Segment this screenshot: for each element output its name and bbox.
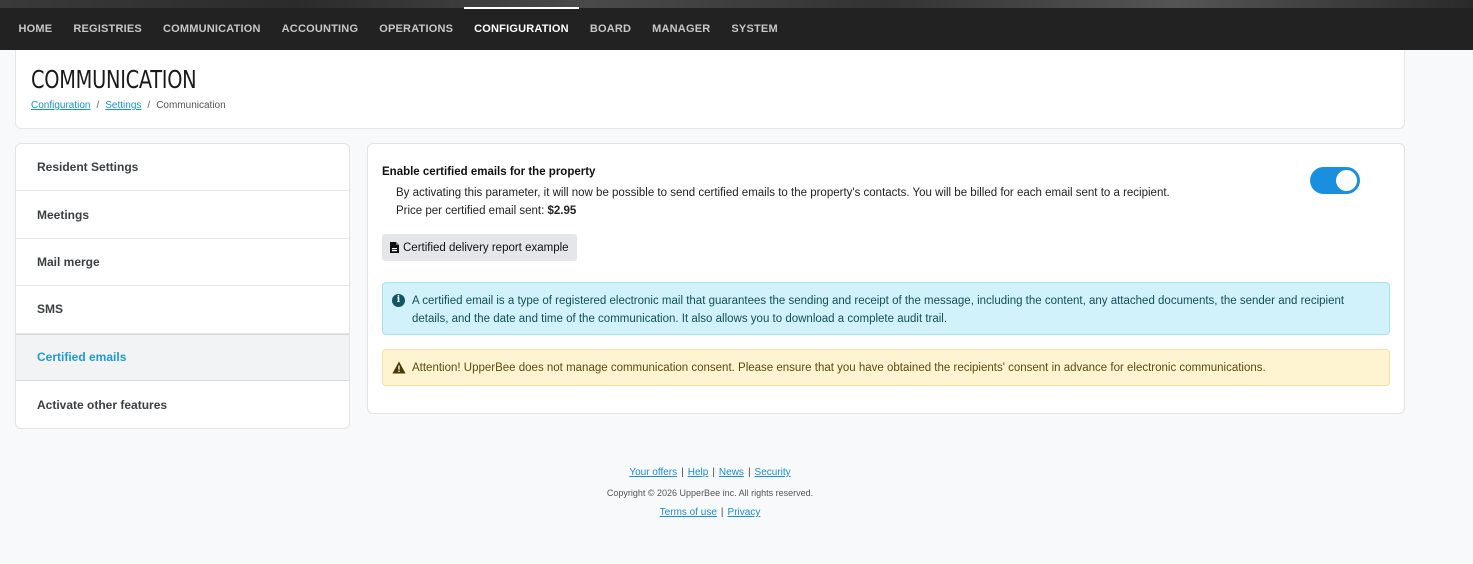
nav-item-configuration[interactable]: CONFIGURATION (463, 7, 580, 50)
sidebar-item-resident-settings[interactable]: Resident Settings (16, 144, 349, 192)
footer-links-bottom: Terms of use | Privacy (0, 506, 1420, 526)
page-header: COMMUNICATION Configuration / Settings /… (15, 50, 1405, 129)
breadcrumb-current: Communication (156, 100, 226, 111)
page-footer: Your offers | Help | News | Security Copyright… (0, 466, 1420, 526)
footer-links-top: Your offers | Help | News | Security (0, 466, 1420, 486)
settings-sidebar: Resident Settings Meetings Mail merge SM… (15, 143, 350, 429)
breadcrumb-separator: / (147, 100, 151, 111)
nav-item-board[interactable]: BOARD (579, 8, 641, 50)
certified-emails-panel: Enable certified emails for the property… (367, 143, 1405, 414)
page-title: COMMUNICATION (31, 65, 197, 94)
footer-separator: | (681, 467, 684, 478)
nav-item-manager[interactable]: MANAGER (642, 8, 721, 50)
report-button-label: Certified delivery report example (403, 241, 569, 254)
info-alert: i A certified email is a type of registe… (382, 282, 1390, 335)
certified-report-example-button[interactable]: Certified delivery report example (382, 234, 577, 261)
nav-item-communication[interactable]: COMMUNICATION (152, 8, 271, 50)
setting-description-text: By activating this parameter, it will no… (396, 187, 1170, 217)
top-navigation: HOME REGISTRIES COMMUNICATION ACCOUNTING… (0, 0, 1473, 50)
sidebar-item-sms[interactable]: SMS (16, 286, 349, 334)
enable-certified-emails-toggle[interactable] (1310, 167, 1360, 194)
sidebar-item-meetings[interactable]: Meetings (16, 191, 349, 239)
warning-alert-text: Attention! UpperBee does not manage comm… (412, 362, 1266, 374)
top-banner-strip (0, 0, 1473, 8)
breadcrumb-settings-link[interactable]: Settings (105, 100, 141, 111)
nav-item-registries[interactable]: REGISTRIES (63, 8, 153, 50)
footer-link-security[interactable]: Security (755, 467, 791, 478)
footer-link-privacy[interactable]: Privacy (728, 507, 761, 518)
footer-separator: | (747, 467, 751, 478)
footer-separator: | (720, 507, 724, 518)
info-circle-icon: i (392, 294, 405, 307)
warning-alert: Attention! UpperBee does not manage comm… (382, 349, 1390, 386)
nav-menu: HOME REGISTRIES COMMUNICATION ACCOUNTING… (8, 7, 788, 50)
sidebar-item-certified-emails[interactable]: Certified emails (16, 333, 349, 381)
footer-link-terms-of-use[interactable]: Terms of use (660, 507, 717, 518)
footer-copyright: Copyright © 2026 UpperBee inc. All right… (606, 488, 814, 498)
file-pdf-icon (390, 242, 399, 253)
breadcrumb: Configuration / Settings / Communication (31, 100, 226, 111)
sidebar-item-mail-merge[interactable]: Mail merge (16, 239, 349, 287)
nav-item-system[interactable]: SYSTEM (721, 8, 788, 50)
footer-link-news[interactable]: News (719, 467, 744, 478)
warning-triangle-icon (392, 361, 406, 374)
breadcrumb-configuration-link[interactable]: Configuration (31, 100, 90, 111)
sidebar-item-activate-other-features[interactable]: Activate other features (16, 381, 349, 428)
footer-separator: | (712, 467, 715, 478)
nav-item-operations[interactable]: OPERATIONS (369, 8, 464, 50)
info-alert-text: A certified email is a type of registere… (412, 295, 1345, 325)
toggle-knob (1336, 170, 1357, 191)
footer-link-help[interactable]: Help (688, 467, 709, 478)
nav-item-home[interactable]: HOME (8, 8, 63, 50)
price-value: $2.95 (547, 205, 577, 217)
setting-description: By activating this parameter, it will no… (396, 184, 1196, 220)
footer-link-your-offers[interactable]: Your offers (629, 467, 677, 478)
setting-title: Enable certified emails for the property (382, 166, 596, 178)
breadcrumb-separator: / (96, 100, 100, 111)
nav-item-accounting[interactable]: ACCOUNTING (271, 8, 369, 50)
